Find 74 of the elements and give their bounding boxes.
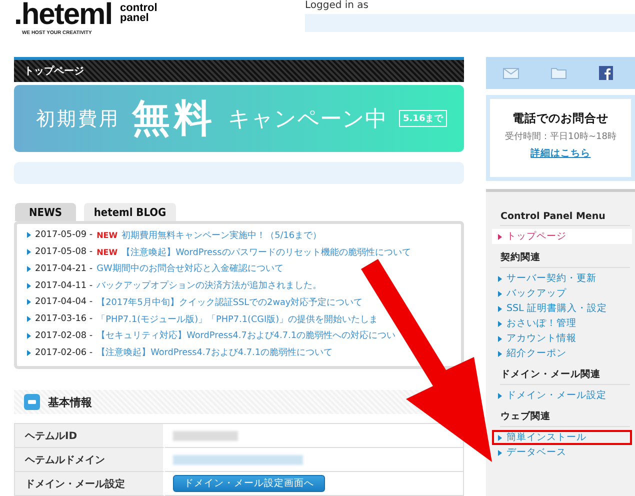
bullet-icon xyxy=(498,450,502,456)
news-link[interactable]: 「PHP7.1(モジュール版)」「PHP7.1(CGI版)」の提供を開始いたしま xyxy=(96,312,378,326)
menu-item[interactable]: サーバー契約・更新 xyxy=(492,271,632,286)
news-link[interactable]: 初期費用無料キャンペーン実施中！（5/16まで） xyxy=(122,228,322,242)
banner-lead: 初期費用 xyxy=(36,106,120,132)
bullet-icon xyxy=(27,282,31,289)
logo: .heteml xyxy=(14,0,112,30)
bullet-icon xyxy=(498,336,502,342)
news-date: 2017-02-06 - xyxy=(35,348,93,358)
section-title: 基本情報 xyxy=(48,394,92,410)
mail-icon[interactable] xyxy=(502,68,519,78)
news-date: 2017-05-09 - xyxy=(35,230,93,240)
info-icon xyxy=(24,394,40,410)
details-link[interactable]: 詳細はこちら xyxy=(530,147,591,160)
menu-item[interactable]: おさいぽ！管理 xyxy=(492,316,632,331)
contact-title: 電話でのお問合せ xyxy=(512,111,609,126)
campaign-banner[interactable]: 初期費用 無料 キャンペーン中 5.16まで xyxy=(14,85,464,152)
bullet-icon xyxy=(27,266,31,272)
bullet-icon xyxy=(498,320,502,326)
bullet-icon xyxy=(498,392,502,398)
bullet-icon xyxy=(27,332,31,339)
domain-settings-button[interactable]: ドメイン・メール設定画面へ xyxy=(173,475,325,492)
menu-heading: Control Panel Menu xyxy=(500,211,630,226)
bullet-icon xyxy=(498,306,502,312)
bullet-icon xyxy=(498,290,502,296)
table-label: ヘテムルID xyxy=(15,424,165,448)
menu-heading: 契約関連 xyxy=(500,251,630,268)
menu-heading: ドメイン・メール関連 xyxy=(500,368,630,385)
bullet-icon xyxy=(27,350,31,356)
blurred-value xyxy=(173,430,238,440)
news-date: 2017-04-21 - xyxy=(35,264,93,274)
bullet-icon xyxy=(27,249,31,256)
bullet-icon xyxy=(498,350,502,356)
news-link[interactable]: GW期間中のお問合せ対応と入金確認について xyxy=(96,262,284,276)
news-date: 2017-04-11 - xyxy=(35,280,93,291)
bullet-icon xyxy=(498,434,502,440)
news-tab[interactable]: heteml BLOG xyxy=(84,203,176,221)
news-link[interactable]: バックアップオプションの決済方法が追加されました。 xyxy=(96,279,322,292)
banner-tail: キャンペーン中 xyxy=(228,106,387,134)
table-label: ドメイン・メール設定 xyxy=(15,472,165,496)
news-date: 2017-04-04 - xyxy=(35,297,93,308)
menu-item[interactable]: トップページ xyxy=(492,229,632,244)
news-link[interactable]: 【セキュリティ対応】WordPress4.7および4.7.1の脆弱性への対応につい xyxy=(96,329,396,342)
login-text: Logged in as xyxy=(305,0,370,12)
bullet-icon xyxy=(27,316,31,322)
banner-main: 無料 xyxy=(132,95,216,142)
bullet-icon xyxy=(498,276,502,282)
new-label: NEW xyxy=(96,230,118,240)
news-tab[interactable]: NEWS xyxy=(15,203,76,221)
news-date: 2017-03-16 - xyxy=(35,314,93,324)
menu-heading: ウェブ関連 xyxy=(500,410,630,427)
contact-hours: 受付時間：平日10時~18時 xyxy=(505,130,616,143)
news-link[interactable]: 【注意喚起】WordPressのパスワードのリセット機能の脆弱性について xyxy=(122,246,411,259)
menu-item[interactable]: 簡単インストール xyxy=(492,430,632,445)
menu-item[interactable]: バックアップ xyxy=(492,286,632,301)
bullet-icon xyxy=(498,234,502,240)
banner-date: 5.16まで xyxy=(399,110,448,127)
new-label: NEW xyxy=(96,248,118,257)
bullet-icon xyxy=(27,299,31,306)
news-date: 2017-05-08 - xyxy=(35,247,93,258)
bullet-icon xyxy=(27,232,31,238)
table-label: ヘテムルドメイン xyxy=(15,448,165,472)
news-link[interactable]: 【注意喚起】WordPress4.7および4.7.1の脆弱性について xyxy=(96,346,332,360)
facebook-icon[interactable] xyxy=(598,66,613,80)
page-title: トップページ xyxy=(14,57,464,82)
folder-icon[interactable] xyxy=(550,67,567,79)
menu-item[interactable]: データベース xyxy=(492,445,632,460)
menu-item[interactable]: 紹介クーポン xyxy=(492,346,632,361)
menu-item[interactable]: アカウント情報 xyxy=(492,331,632,346)
news-date: 2017-02-08 - xyxy=(35,330,93,341)
menu-item[interactable]: ドメイン・メール設定 xyxy=(492,388,632,403)
news-link[interactable]: 【2017年5月中旬】クイック認証SSLでの2way対応予定について xyxy=(96,296,363,309)
logo-subtitle: control panel xyxy=(120,3,158,26)
menu-item[interactable]: SSL 証明書購入・設定 xyxy=(492,301,632,316)
